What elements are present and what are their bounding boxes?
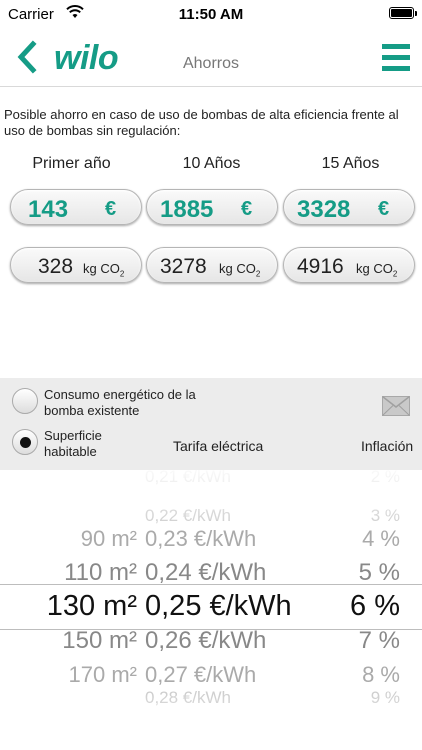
currency-symbol: €: [105, 198, 117, 220]
money-value: 143: [28, 196, 69, 223]
currency-symbol: €: [241, 198, 253, 220]
radio-superficie-label: Superficie habitable: [44, 428, 102, 459]
picker-area-value: 130 m²: [46, 589, 137, 622]
value-picker[interactable]: 0,21 €/kWh2 %0,22 €/kWh3 %90 m²0,23 €/kW…: [0, 470, 422, 750]
clock: 11:50 AM: [178, 6, 244, 23]
status-bar: Carrier 11:50 AM: [0, 0, 422, 28]
picker-area-value: 170 m²: [68, 661, 137, 687]
picker-tariff-value: 0,26 €/kWh: [145, 626, 267, 654]
navigation-bar: wilo Ahorros: [0, 28, 422, 87]
picker-tariff-value: 0,27 €/kWh: [145, 661, 257, 687]
savings-money-10-years: 1885 €: [146, 189, 278, 225]
page-title: Ahorros: [182, 55, 240, 72]
hamburger-menu-icon: [382, 44, 410, 49]
savings-money-first-year: 143 €: [10, 189, 142, 225]
co2-unit: kg CO2: [356, 261, 398, 279]
radio-consumo-label: Consumo energético de la bomba existente: [44, 387, 196, 418]
column-header-15-years: 15 Años: [321, 155, 380, 172]
savings-co2-10-years: 3278 kg CO2: [146, 247, 278, 283]
inflacion-label: Inflación: [361, 438, 414, 454]
picker-area-value: 150 m²: [62, 626, 137, 654]
picker-tariff-value: 0,24 €/kWh: [145, 558, 267, 586]
intro-text: Posible ahorro en caso de uso de bombas …: [4, 107, 399, 138]
envelope-icon[interactable]: [382, 396, 410, 416]
radio-superficie[interactable]: [12, 429, 38, 455]
co2-value: 3278: [160, 255, 207, 278]
money-value: 1885: [160, 196, 214, 223]
column-header-10-years: 10 Años: [182, 155, 241, 172]
battery-icon: [389, 7, 417, 19]
savings-money-15-years: 3328 €: [283, 189, 415, 225]
co2-unit: kg CO2: [219, 261, 261, 279]
savings-co2-15-years: 4916 kg CO2: [283, 247, 415, 283]
picker-inflation-value: 8 %: [362, 661, 400, 687]
picker-inflation-value: 6 %: [350, 589, 400, 622]
savings-co2-first-year: 328 kg CO2: [10, 247, 142, 283]
options-bar: Consumo energético de la bomba existente…: [0, 378, 422, 470]
radio-consumo[interactable]: [12, 388, 38, 414]
menu-button[interactable]: [382, 44, 410, 72]
currency-symbol: €: [378, 198, 390, 220]
picker-inflation-value: 5 %: [358, 558, 400, 586]
money-value: 3328: [297, 196, 351, 223]
co2-value: 328: [38, 255, 74, 278]
picker-area-value: 110 m²: [64, 558, 137, 586]
tarifa-label: Tarifa eléctrica: [173, 438, 264, 454]
picker-inflation-value: 7 %: [358, 626, 400, 654]
picker-tariff-value: 0,25 €/kWh: [145, 589, 292, 622]
co2-unit: kg CO2: [83, 261, 125, 279]
radio-selected-dot: [20, 437, 31, 448]
column-header-first-year: Primer año: [32, 155, 111, 172]
co2-value: 4916: [297, 255, 344, 278]
